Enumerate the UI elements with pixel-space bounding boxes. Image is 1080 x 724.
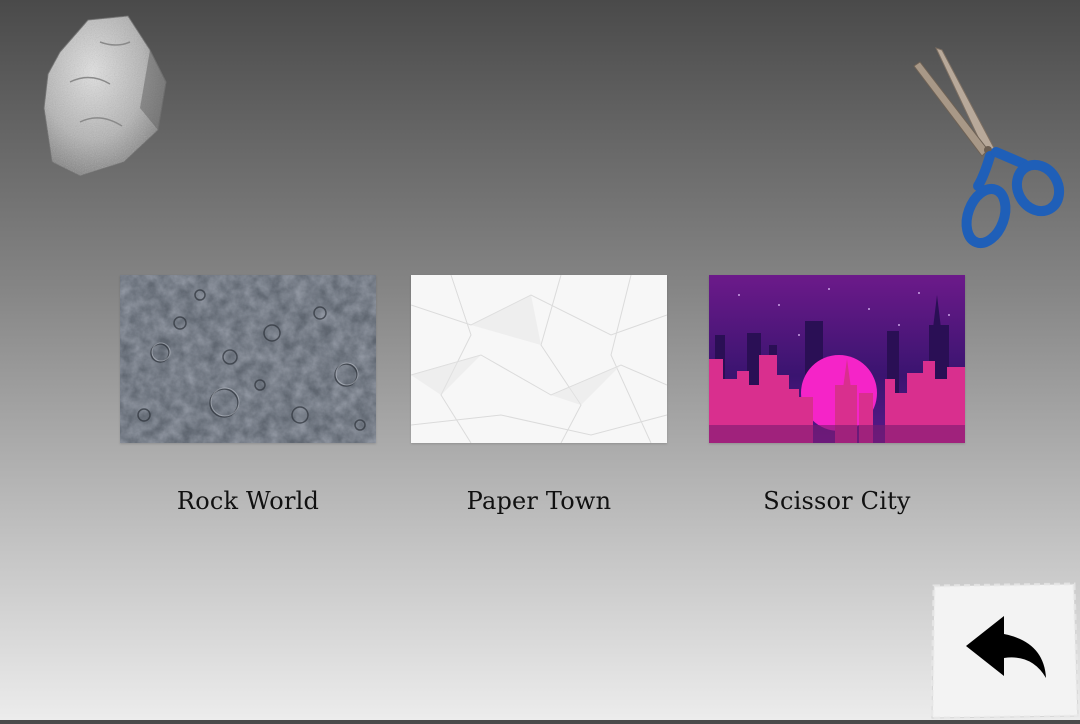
scissors-icon xyxy=(913,47,1065,249)
back-arrow-icon[interactable] xyxy=(924,582,1080,720)
world-card-scissor-city[interactable]: Scissor City xyxy=(709,275,965,515)
world-card-paper-town[interactable]: Paper Town xyxy=(411,275,667,515)
crumpled-paper-thumbnail[interactable] xyxy=(411,275,667,443)
world-label-scissor-city[interactable]: Scissor City xyxy=(679,487,995,515)
world-label-rock-world[interactable]: Rock World xyxy=(90,487,406,515)
world-card-rock-world[interactable]: Rock World xyxy=(120,275,376,515)
rock-icon xyxy=(43,15,167,177)
world-label-paper-town[interactable]: Paper Town xyxy=(381,487,697,515)
moon-surface-thumbnail[interactable] xyxy=(120,275,376,443)
back-button[interactable] xyxy=(924,582,1080,720)
neon-city-thumbnail[interactable] xyxy=(709,275,965,443)
